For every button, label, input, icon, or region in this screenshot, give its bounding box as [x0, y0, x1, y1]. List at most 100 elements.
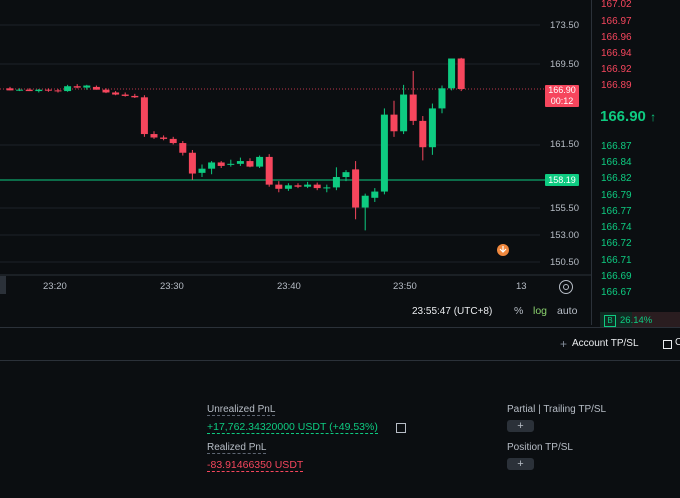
chart-settings-icon[interactable]	[559, 280, 573, 294]
ask-price[interactable]: 167.02	[601, 0, 632, 10]
candle-body	[275, 184, 283, 189]
partial-trailing-tpsl-label: Partial | Trailing TP/SL	[507, 404, 607, 415]
candle-body	[428, 108, 436, 148]
up-arrow-icon: ↑	[650, 110, 657, 124]
add-partial-tpsl-button[interactable]: +	[507, 420, 534, 432]
candle-body	[265, 156, 273, 185]
x-axis-label: 23:40	[277, 281, 301, 292]
candle-body	[102, 89, 110, 93]
candle-body	[169, 138, 177, 144]
candle-body	[419, 120, 427, 148]
candle-body	[371, 191, 379, 198]
buy-percentage: 26.14%	[620, 315, 653, 326]
auto-scale-toggle[interactable]: auto	[557, 305, 577, 317]
close-checkbox-label: C	[675, 337, 680, 348]
candle-body	[304, 184, 312, 187]
bid-price[interactable]: 166.72	[601, 238, 632, 249]
candle-body	[73, 86, 81, 88]
buy-badge: B	[604, 315, 616, 327]
bid-price[interactable]: 166.87	[601, 141, 632, 152]
log-scale-toggle[interactable]: log	[533, 305, 547, 317]
bid-price[interactable]: 166.84	[601, 157, 632, 168]
ma-price-tag: 158.19	[545, 174, 579, 186]
y-axis-label: 161.50	[549, 139, 579, 150]
last-price: 166.90 ↑	[600, 108, 656, 125]
candle-body	[188, 152, 196, 174]
candle-body	[256, 156, 264, 167]
candle-body	[284, 185, 292, 189]
y-axis-label: 155.50	[549, 203, 579, 214]
unrealized-pnl-label[interactable]: Unrealized PnL	[207, 404, 276, 416]
candle-body	[332, 177, 340, 188]
candle-body	[294, 185, 302, 187]
realized-pnl-label[interactable]: Realized PnL	[207, 442, 267, 454]
ask-price[interactable]: 166.94	[601, 48, 632, 59]
bid-price[interactable]: 166.82	[601, 173, 632, 184]
y-axis-label: 169.50	[549, 59, 579, 70]
last-price-value: 166.90	[600, 108, 646, 125]
realized-pnl-value: -83.91466350 USDT	[207, 459, 304, 472]
x-axis-label: 23:20	[43, 281, 67, 292]
candle-body	[323, 187, 331, 189]
time-display[interactable]: 23:55:47 (UTC+8)	[412, 306, 492, 317]
y-axis-label: 150.50	[549, 257, 579, 268]
candle-body	[342, 172, 350, 178]
candle-body	[227, 163, 235, 165]
candle-body	[6, 88, 14, 91]
candle-body	[131, 95, 139, 98]
bid-price[interactable]: 166.67	[601, 287, 632, 298]
bid-price[interactable]: 166.69	[601, 271, 632, 282]
candle-body	[380, 114, 388, 192]
percent-scale-toggle[interactable]: %	[514, 305, 523, 317]
x-axis-label: 23:30	[160, 281, 184, 292]
bid-price[interactable]: 166.79	[601, 190, 632, 201]
bid-price[interactable]: 166.77	[601, 206, 632, 217]
candle-body	[35, 89, 43, 92]
current-price-tag: 166.90 00:12	[545, 85, 579, 107]
ask-price[interactable]: 166.96	[601, 32, 632, 43]
bid-price[interactable]: 166.74	[601, 222, 632, 233]
share-icon[interactable]	[396, 423, 406, 433]
candle-body	[54, 90, 62, 92]
candle-body	[92, 86, 100, 90]
candle-body	[400, 94, 408, 132]
candle-body	[64, 86, 72, 92]
bid-price[interactable]: 166.71	[601, 255, 632, 266]
candle-body	[246, 161, 254, 167]
y-axis-label: 153.00	[549, 230, 579, 241]
plus-icon: +	[560, 337, 568, 351]
candlestick-chart[interactable]	[0, 0, 591, 325]
candle-body	[112, 92, 120, 95]
candle-body	[121, 94, 129, 96]
x-axis-label: 23:50	[393, 281, 417, 292]
candle-body	[25, 89, 33, 92]
candle-body	[160, 137, 168, 139]
candle-body	[150, 134, 158, 138]
candle-body	[140, 97, 148, 135]
candle-body	[83, 85, 91, 88]
candle-body	[361, 195, 369, 208]
orderbook-panel: 167.02 166.97 166.96 166.94 166.92 166.8…	[592, 0, 680, 330]
candle-body	[457, 58, 465, 89]
ask-price[interactable]: 166.89	[601, 80, 632, 91]
scroll-handle[interactable]	[0, 276, 6, 294]
unrealized-pnl-value: +17,762.34320000 USDT (+49.53%)	[207, 421, 378, 434]
candle-body	[208, 162, 216, 169]
position-tpsl-label: Position TP/SL	[507, 442, 573, 453]
add-position-tpsl-button[interactable]: +	[507, 458, 534, 470]
x-axis-label: 13	[516, 281, 527, 292]
ask-price[interactable]: 166.92	[601, 64, 632, 75]
candle-body	[217, 162, 225, 166]
candle-body	[198, 168, 206, 173]
candle-body	[390, 114, 398, 132]
candle-body	[236, 161, 244, 164]
close-checkbox[interactable]	[663, 340, 672, 349]
candle-body	[409, 94, 417, 121]
ask-price[interactable]: 166.97	[601, 16, 632, 27]
candle-body	[352, 169, 360, 208]
candle-countdown: 00:12	[550, 96, 574, 106]
candle-body	[44, 89, 52, 91]
account-tpsl-button[interactable]: Account TP/SL	[572, 338, 639, 349]
candle-body	[179, 143, 187, 153]
chart-panel[interactable]: 173.50 169.50 161.50 155.50 153.00 150.5…	[0, 0, 592, 325]
